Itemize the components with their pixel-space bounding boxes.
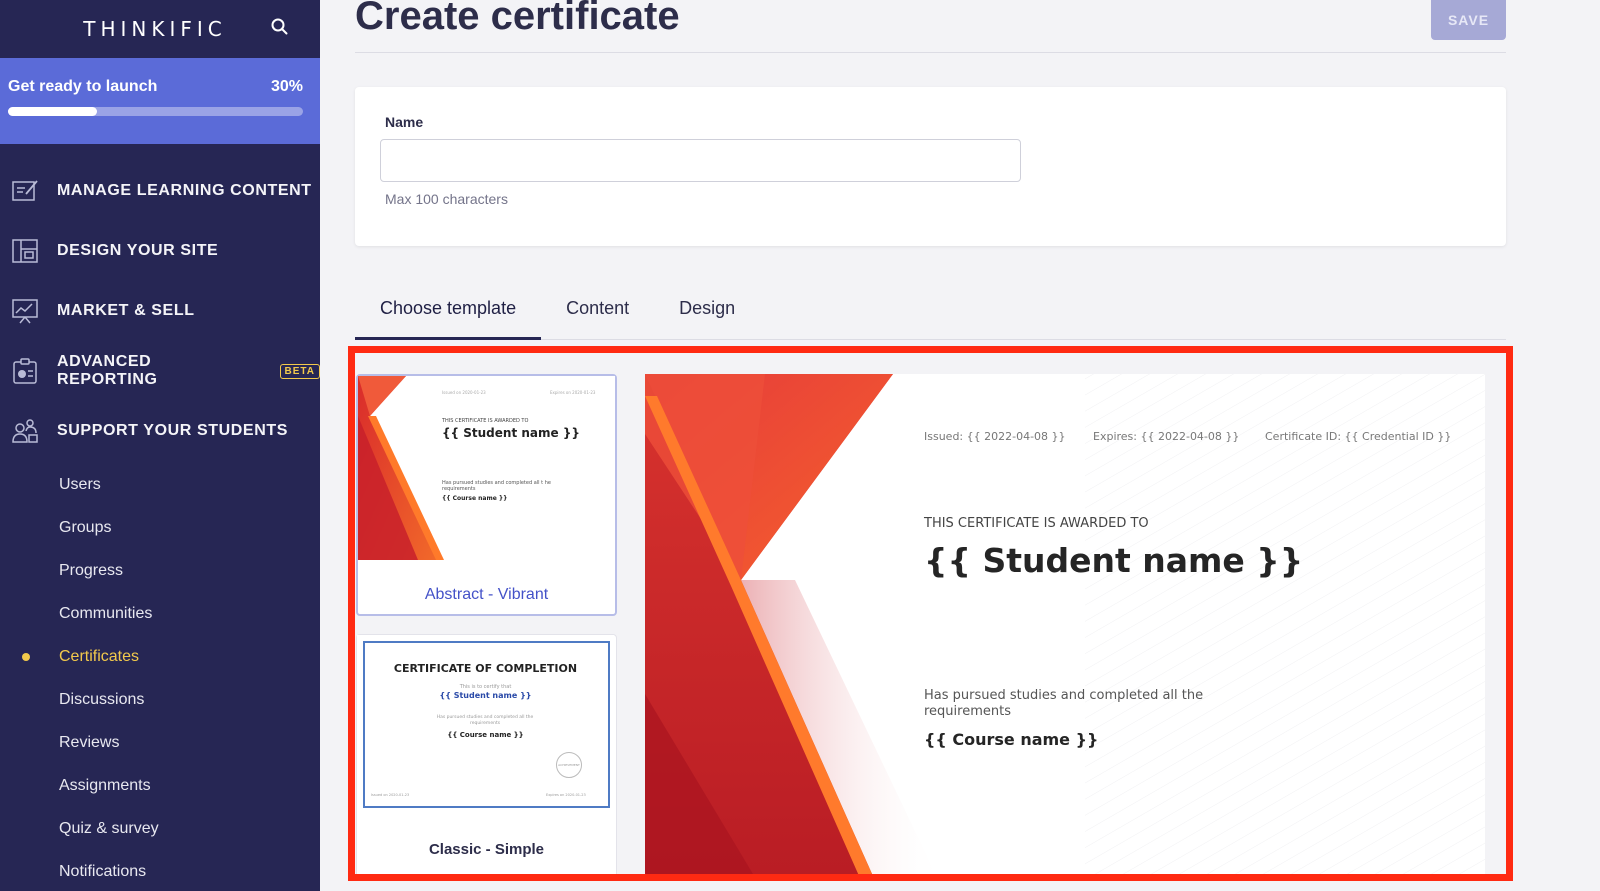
- tab-content[interactable]: Content: [541, 284, 654, 340]
- seal-icon: ACHIEVEMENT: [556, 752, 582, 778]
- mini-awarded: THIS CERTIFICATE IS AWARDED TO: [442, 418, 529, 424]
- nav-manage-learning-content[interactable]: MANAGE LEARNING CONTENT: [0, 161, 320, 221]
- name-hint: Max 100 characters: [385, 191, 508, 207]
- launch-progress-panel[interactable]: Get ready to launch 30%: [0, 58, 320, 144]
- mini-certify: This is to certify that: [459, 684, 512, 690]
- mini-student-name: {{ Student name }}: [439, 691, 532, 700]
- preview-awarded: THIS CERTIFICATE IS AWARDED TO: [924, 516, 1149, 531]
- nav-label: SUPPORT YOUR STUDENTS: [57, 422, 288, 439]
- tab-bar: Choose template Content Design: [355, 284, 1506, 340]
- sidebar-item-label: Certificates: [59, 647, 140, 665]
- launch-progress-fill: [8, 107, 97, 116]
- template-name: Abstract - Vibrant: [424, 586, 549, 603]
- mini-expires: Expires on 2020-01-23: [546, 793, 586, 797]
- preview-issued: Issued: {{ 2022-04-08 }}: [924, 430, 1066, 443]
- sidebar-item-progress[interactable]: Progress: [0, 549, 320, 592]
- preview-expires: Expires: {{ 2022-04-08 }}: [1093, 430, 1240, 443]
- search-icon[interactable]: [268, 15, 292, 39]
- mini-pursued: Has pursued studies and completed all t …: [442, 480, 551, 492]
- mini-issued: Issued on 2020-01-23: [371, 793, 410, 797]
- sidebar-item-communities[interactable]: Communities: [0, 592, 320, 635]
- mini-course-name: {{ Course name }}: [442, 495, 508, 502]
- template-name: Classic - Simple: [428, 841, 545, 858]
- chart-board-icon: [12, 299, 38, 324]
- students-icon: [12, 419, 38, 443]
- preview-certificate-id: Certificate ID: {{ Credential ID }}: [1265, 430, 1452, 443]
- launch-progress-bar: [8, 107, 303, 116]
- sidebar-item-groups[interactable]: Groups: [0, 506, 320, 549]
- sidebar-item-notifications[interactable]: Notifications: [0, 850, 320, 891]
- page-title: Create certificate: [355, 0, 680, 38]
- preview-student-name: {{ Student name }}: [924, 541, 1304, 580]
- nav-label: MARKET & SELL: [57, 302, 195, 319]
- preview-course-name: {{ Course name }}: [924, 730, 1099, 749]
- mini-expires: Expires on 2020-01-23: [550, 390, 596, 395]
- template-thumbnail: CERTIFICATE OF COMPLETION This is to cer…: [357, 635, 614, 815]
- support-submenu: Users Groups Progress Communities Certif…: [0, 463, 320, 891]
- mini-heading: CERTIFICATE OF COMPLETION: [393, 662, 578, 675]
- launch-label: Get ready to launch: [8, 78, 158, 95]
- nav-support-your-students[interactable]: SUPPORT YOUR STUDENTS: [0, 401, 320, 461]
- header-divider: [355, 52, 1506, 53]
- mini-course-name: {{ Course name }}: [447, 731, 524, 739]
- template-selection-panel: Issued on 2020-01-23 Expires on 2020-01-…: [348, 346, 1513, 881]
- sidebar-item-certificates[interactable]: Certificates: [0, 635, 320, 678]
- abstract-art-icon: [358, 376, 444, 560]
- main-content: Create certificate SAVE Name Max 100 cha…: [320, 0, 1600, 891]
- abstract-background-icon: [645, 374, 1485, 874]
- nav-label: ADVANCED REPORTING: [57, 353, 158, 388]
- name-card: Name Max 100 characters: [355, 87, 1506, 246]
- sidebar-item-users[interactable]: Users: [0, 463, 320, 506]
- name-input[interactable]: [380, 139, 1021, 182]
- save-button[interactable]: SAVE: [1431, 0, 1506, 40]
- mini-student-name: {{ Student name }}: [442, 426, 580, 440]
- edit-content-icon: [12, 180, 38, 201]
- nav-advanced-reporting[interactable]: ADVANCED REPORTING BETA: [0, 341, 320, 401]
- mini-issued: Issued on 2020-01-23: [442, 390, 486, 395]
- nav-market-and-sell[interactable]: MARKET & SELL: [0, 281, 320, 341]
- sidebar-item-quiz-survey[interactable]: Quiz & survey: [0, 807, 320, 850]
- tab-design[interactable]: Design: [654, 284, 760, 340]
- layout-icon: [12, 239, 38, 263]
- main-nav: MANAGE LEARNING CONTENT DESIGN YOUR SITE…: [0, 161, 320, 461]
- tab-choose-template[interactable]: Choose template: [355, 284, 542, 340]
- seal-text: ACHIEVEMENT: [558, 763, 580, 767]
- active-dot-icon: [22, 653, 30, 661]
- sidebar-item-discussions[interactable]: Discussions: [0, 678, 320, 721]
- beta-badge: BETA: [279, 363, 320, 379]
- sidebar-item-reviews[interactable]: Reviews: [0, 721, 320, 764]
- template-card-abstract-vibrant[interactable]: Issued on 2020-01-23 Expires on 2020-01-…: [356, 374, 617, 616]
- sidebar: THINKIFIC Get ready to launch 30% MANAGE…: [0, 0, 320, 891]
- name-label: Name: [385, 114, 424, 130]
- certificate-preview: Issued: {{ 2022-04-08 }} Expires: {{ 202…: [645, 374, 1485, 874]
- mini-pursued: Has pursued studies and completed all th…: [436, 715, 534, 726]
- sidebar-item-assignments[interactable]: Assignments: [0, 764, 320, 807]
- template-card-classic-simple[interactable]: CERTIFICATE OF COMPLETION This is to cer…: [356, 634, 617, 874]
- nav-design-your-site[interactable]: DESIGN YOUR SITE: [0, 221, 320, 281]
- launch-percent: 30%: [270, 78, 303, 95]
- template-thumbnail: Issued on 2020-01-23 Expires on 2020-01-…: [358, 376, 615, 560]
- nav-label: DESIGN YOUR SITE: [57, 242, 219, 259]
- nav-label: MANAGE LEARNING CONTENT: [57, 182, 312, 199]
- brand-bar: THINKIFIC: [0, 0, 320, 58]
- thinkific-logo[interactable]: THINKIFIC: [83, 17, 227, 41]
- preview-pursued: Has pursued studies and completed all th…: [924, 688, 1204, 719]
- report-icon: [13, 358, 37, 384]
